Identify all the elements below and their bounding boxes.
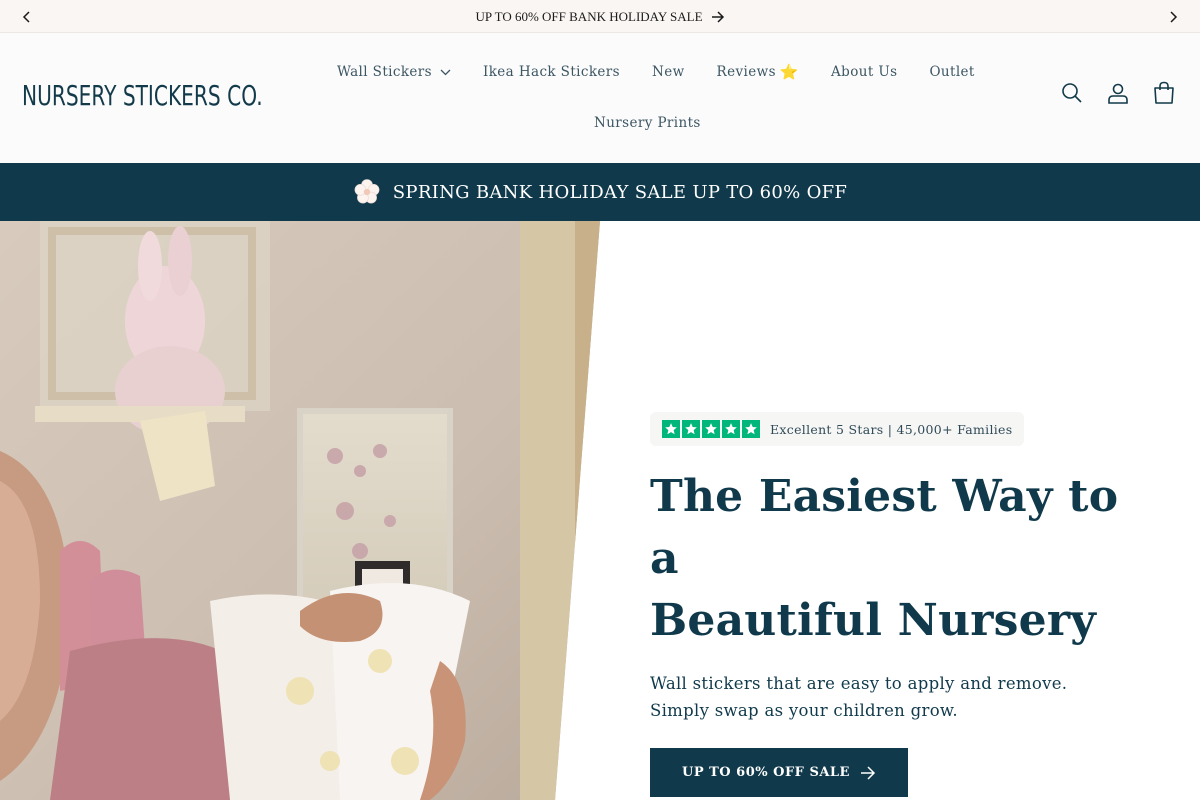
hero-content: Excellent 5 Stars | 45,000+ Families The… [650, 412, 1150, 797]
nav-item-label: Outlet [929, 64, 975, 80]
search-button[interactable] [1060, 81, 1084, 105]
star-icon [742, 420, 760, 438]
star-icon [662, 420, 680, 438]
main-nav-row-2: Nursery Prints [578, 107, 717, 139]
chevron-down-icon [440, 69, 451, 75]
nav-item-outlet[interactable]: Outlet [913, 64, 990, 80]
site-logo[interactable]: NURSERY STICKERS CO. [22, 79, 263, 112]
account-button[interactable] [1106, 81, 1130, 105]
nav-item-new[interactable]: New [636, 64, 701, 80]
site-header: NURSERY STICKERS CO. Wall Stickers Ikea … [0, 33, 1200, 163]
nav-item-label: Wall Stickers [337, 64, 432, 80]
hero-title: The Easiest Way to a Beautiful Nursery [650, 466, 1150, 652]
announcement-bar: UP TO 60% OFF BANK HOLIDAY SALE [0, 0, 1200, 33]
arrow-right-icon [711, 10, 724, 23]
sale-cta-button[interactable]: UP TO 60% OFF SALE [650, 748, 908, 797]
nav-item-label: Reviews [716, 64, 776, 80]
hero-title-line-1: The Easiest Way to a [650, 471, 1119, 584]
nav-item-about-us[interactable]: About Us [815, 64, 913, 80]
flower-icon [354, 179, 380, 204]
nav-item-reviews[interactable]: Reviews ⭐ [701, 63, 815, 81]
cta-label: UP TO 60% OFF SALE [682, 765, 850, 780]
star-icon [702, 420, 720, 438]
arrow-right-icon [860, 765, 876, 780]
nav-item-label: New [651, 64, 685, 80]
announcement-text: UP TO 60% OFF BANK HOLIDAY SALE [475, 8, 703, 24]
nav-item-label: About Us [831, 64, 898, 80]
rating-stars [662, 420, 760, 438]
hero-section: Excellent 5 Stars | 45,000+ Families The… [0, 221, 1200, 800]
star-icon: ⭐ [779, 63, 799, 81]
account-icon [1108, 83, 1128, 104]
nav-item-label: Ikea Hack Stickers [482, 64, 620, 80]
search-icon [1062, 83, 1082, 103]
rating-badge[interactable]: Excellent 5 Stars | 45,000+ Families [650, 412, 1025, 446]
nav-item-label: Nursery Prints [594, 115, 701, 131]
rating-text: Excellent 5 Stars | 45,000+ Families [770, 421, 1013, 437]
hero-subtitle: Wall stickers that are easy to apply and… [650, 674, 1068, 720]
hero-image [0, 221, 600, 800]
nav-item-ikea-hack-stickers[interactable]: Ikea Hack Stickers [467, 64, 636, 80]
star-icon [682, 420, 700, 438]
promo-bar[interactable]: SPRING BANK HOLIDAY SALE UP TO 60% OFF [0, 163, 1200, 221]
cart-button[interactable] [1152, 81, 1176, 105]
main-nav: Wall Stickers Ikea Hack Stickers New Rev… [321, 56, 991, 88]
nav-item-wall-stickers[interactable]: Wall Stickers [321, 64, 467, 80]
nav-item-nursery-prints[interactable]: Nursery Prints [578, 115, 717, 131]
announcement-next-button[interactable] [1158, 0, 1188, 33]
hero-title-line-2: Beautiful Nursery [650, 595, 1096, 646]
announcement-link[interactable]: UP TO 60% OFF BANK HOLIDAY SALE [0, 0, 1200, 33]
cart-icon [1154, 81, 1174, 104]
header-icons [1060, 81, 1176, 105]
star-icon [722, 420, 740, 438]
chevron-right-icon [1170, 10, 1178, 23]
promo-text: SPRING BANK HOLIDAY SALE UP TO 60% OFF [392, 181, 848, 203]
